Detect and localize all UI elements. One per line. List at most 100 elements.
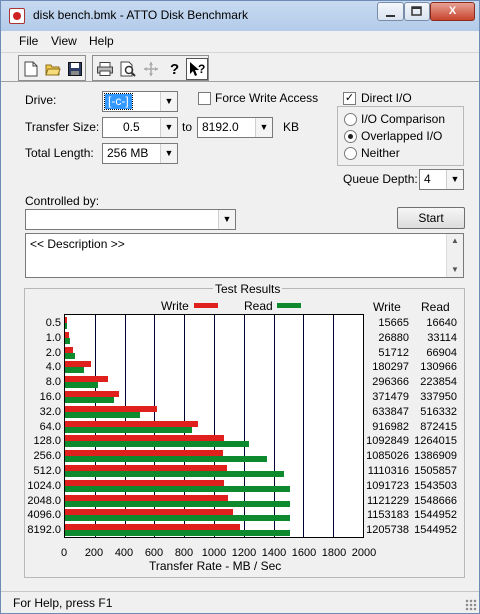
menu-view[interactable]: View	[51, 34, 77, 48]
context-help-button[interactable]: ?	[186, 58, 208, 80]
legend-write-swatch	[194, 303, 218, 308]
read-bar	[65, 367, 84, 373]
chevron-down-icon: ▼	[160, 118, 177, 137]
force-write-label: Force Write Access	[215, 91, 319, 105]
resize-grip[interactable]	[465, 599, 477, 611]
direct-io-label: Direct I/O	[361, 91, 412, 105]
app-window: disk bench.bmk - ATTO Disk Benchmark X F…	[0, 0, 480, 614]
transfer-to-select[interactable]: 8192.0 ▼	[197, 117, 273, 138]
read-bar	[65, 456, 267, 462]
drive-label: Drive:	[25, 93, 57, 107]
overlapped-io-radio[interactable]	[344, 130, 357, 143]
minimize-icon	[385, 15, 395, 17]
move-icon	[144, 62, 158, 76]
read-bar	[65, 412, 140, 418]
save-button[interactable]	[64, 58, 86, 80]
window-title: disk bench.bmk - ATTO Disk Benchmark	[33, 8, 248, 22]
write-value: 1121229	[366, 495, 409, 507]
neither-radio[interactable]	[344, 147, 357, 160]
print-preview-icon	[120, 61, 136, 77]
force-write-checkbox[interactable]	[198, 92, 211, 105]
total-length-select[interactable]: 256 MB ▼	[102, 143, 178, 164]
title-bar[interactable]: disk bench.bmk - ATTO Disk Benchmark X	[1, 1, 479, 31]
x-axis-label: Transfer Rate - MB / Sec	[149, 559, 282, 573]
maximize-button[interactable]	[404, 2, 430, 21]
help-icon: ?	[170, 61, 179, 78]
print-button[interactable]	[94, 58, 116, 80]
save-icon	[68, 62, 82, 76]
status-bar: For Help, press F1	[1, 591, 479, 613]
neither-label: Neither	[361, 146, 400, 160]
scroll-down-icon[interactable]: ▼	[447, 263, 463, 277]
write-value: 1110316	[367, 465, 409, 477]
read-bar	[65, 427, 192, 433]
write-value: 1092849	[366, 435, 409, 447]
toolbar: ? ?	[1, 52, 479, 82]
chevron-down-icon: ▼	[218, 210, 235, 229]
transfer-size-label: 2048.0	[27, 495, 61, 507]
read-bar	[65, 515, 290, 521]
write-value: 15665	[378, 317, 409, 329]
io-comparison-radio[interactable]	[344, 113, 357, 126]
description-scrollbar[interactable]: ▲ ▼	[446, 234, 463, 277]
read-bar	[65, 501, 290, 507]
move-button[interactable]	[140, 58, 162, 80]
transfer-size-label: Transfer Size:	[25, 120, 100, 134]
transfer-size-label: 1.0	[45, 332, 61, 344]
transfer-size-label: 4096.0	[27, 509, 61, 521]
minimize-button[interactable]	[377, 2, 404, 21]
drive-select[interactable]: [-c-] ▼	[102, 91, 178, 112]
write-value: 296366	[372, 376, 409, 388]
svg-text:?: ?	[198, 62, 205, 76]
total-length-value: 256 MB	[107, 146, 149, 160]
svg-text:?: ?	[170, 61, 179, 77]
queue-depth-select[interactable]: 4 ▼	[419, 169, 464, 190]
menu-bar: File View Help	[1, 31, 479, 51]
read-value: 1544952	[414, 509, 457, 521]
read-value: 1543503	[414, 480, 457, 492]
overlapped-io-label: Overlapped I/O	[361, 129, 443, 143]
read-bar	[65, 353, 75, 359]
transfer-size-label: 64.0	[39, 421, 61, 433]
transfer-from-value: 0.5	[123, 120, 140, 134]
grid-line	[303, 315, 304, 537]
write-value: 633847	[372, 406, 409, 418]
write-column-header: Write	[373, 300, 401, 314]
queue-depth-value: 4	[424, 172, 431, 186]
write-value: 916982	[372, 421, 409, 433]
maximize-icon	[411, 6, 422, 16]
write-value: 180297	[372, 361, 409, 373]
print-preview-button[interactable]	[117, 58, 139, 80]
open-button[interactable]	[42, 58, 64, 80]
start-button[interactable]: Start	[397, 207, 465, 229]
read-value: 130966	[420, 361, 457, 373]
new-file-button[interactable]	[20, 58, 42, 80]
transfer-size-label: 2.0	[45, 347, 61, 359]
open-folder-icon	[45, 64, 61, 76]
read-value: 1505857	[414, 465, 457, 477]
read-value: 516332	[420, 406, 457, 418]
transfer-size-label: 1024.0	[27, 480, 61, 492]
chevron-down-icon: ▼	[446, 170, 463, 189]
write-value: 51712	[378, 347, 409, 359]
scroll-up-icon[interactable]: ▲	[447, 234, 463, 248]
chevron-down-icon: ▼	[160, 92, 177, 111]
transfer-size-label: 256.0	[33, 450, 61, 462]
menu-file[interactable]: File	[19, 34, 38, 48]
menu-help[interactable]: Help	[89, 34, 114, 48]
help-button[interactable]: ?	[163, 58, 185, 80]
controlled-by-select[interactable]: ▼	[25, 209, 236, 230]
read-bar	[65, 382, 98, 388]
close-button[interactable]: X	[430, 2, 475, 21]
read-value: 1264015	[414, 435, 457, 447]
transfer-rate-chart	[64, 314, 364, 538]
description-field[interactable]: << Description >> ▲ ▼	[25, 233, 464, 278]
queue-depth-label: Queue Depth:	[343, 172, 418, 186]
transfer-size-label: 4.0	[45, 361, 61, 373]
direct-io-checkbox[interactable]: ✓	[343, 92, 356, 105]
transfer-size-label: 32.0	[39, 406, 61, 418]
legend-write-label: Write	[161, 299, 189, 313]
transfer-from-select[interactable]: 0.5 ▼	[102, 117, 178, 138]
transfer-size-label: 512.0	[33, 465, 61, 477]
write-value: 1091723	[366, 480, 409, 492]
